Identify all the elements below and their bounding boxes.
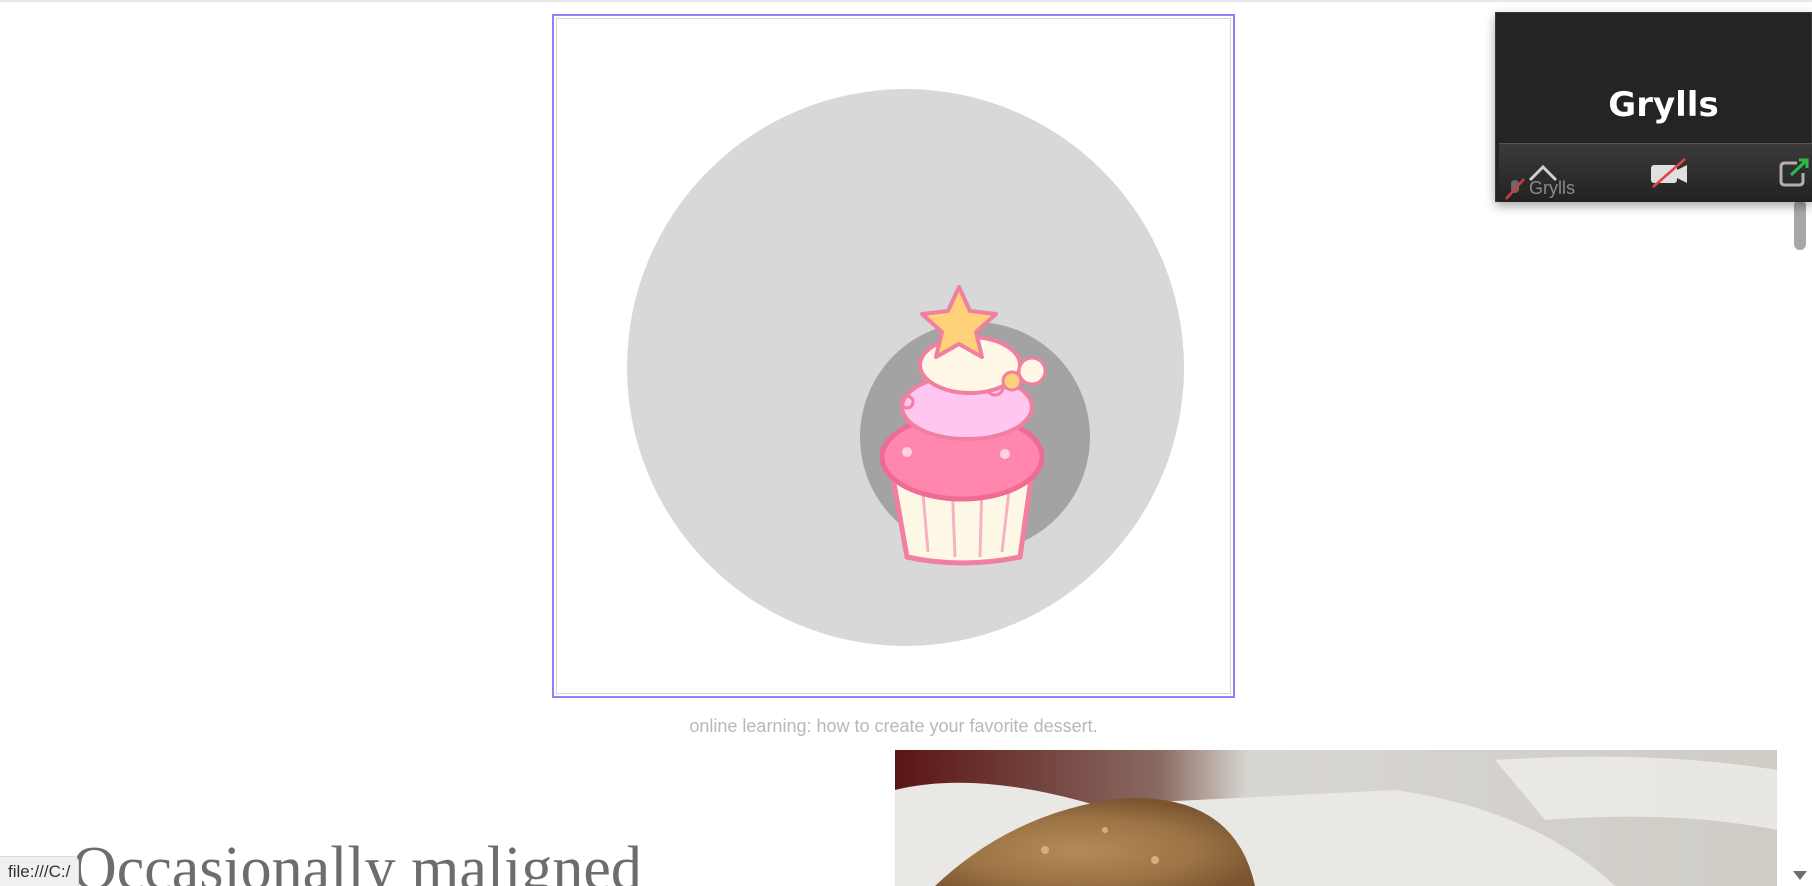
popout-icon — [1779, 158, 1809, 187]
cupcake-icon — [879, 285, 1047, 566]
mute-button[interactable] — [1503, 166, 1527, 212]
page: online learning: how to create your favo… — [0, 0, 1812, 886]
status-bar-url: file:///C:/ — [0, 856, 80, 886]
scrollbar-thumb[interactable] — [1794, 200, 1806, 250]
dessert-photo-image — [895, 750, 1777, 886]
top-border — [0, 0, 1812, 2]
page-scrollbar[interactable] — [1790, 190, 1812, 886]
participant-name: Grylls — [1608, 85, 1719, 125]
mic-off-icon — [1505, 178, 1525, 200]
media-caption: online learning: how to create your favo… — [689, 716, 1098, 736]
video-off-icon — [1651, 158, 1687, 188]
article-headline: Occasionally maligned — [72, 835, 642, 886]
dessert-photo — [895, 750, 1777, 886]
toolbar-participant-label: Grylls — [1529, 178, 1575, 198]
popout-button[interactable] — [1775, 150, 1812, 196]
video-call-panel[interactable]: Grylls Grylls — [1495, 12, 1812, 202]
video-toggle-button[interactable] — [1639, 150, 1699, 196]
featured-media — [556, 18, 1231, 694]
featured-media-frame[interactable] — [552, 14, 1235, 698]
scroll-down-arrow-icon[interactable] — [1793, 871, 1807, 880]
call-toolbar: Grylls — [1499, 143, 1812, 202]
avatar-background — [627, 89, 1184, 646]
